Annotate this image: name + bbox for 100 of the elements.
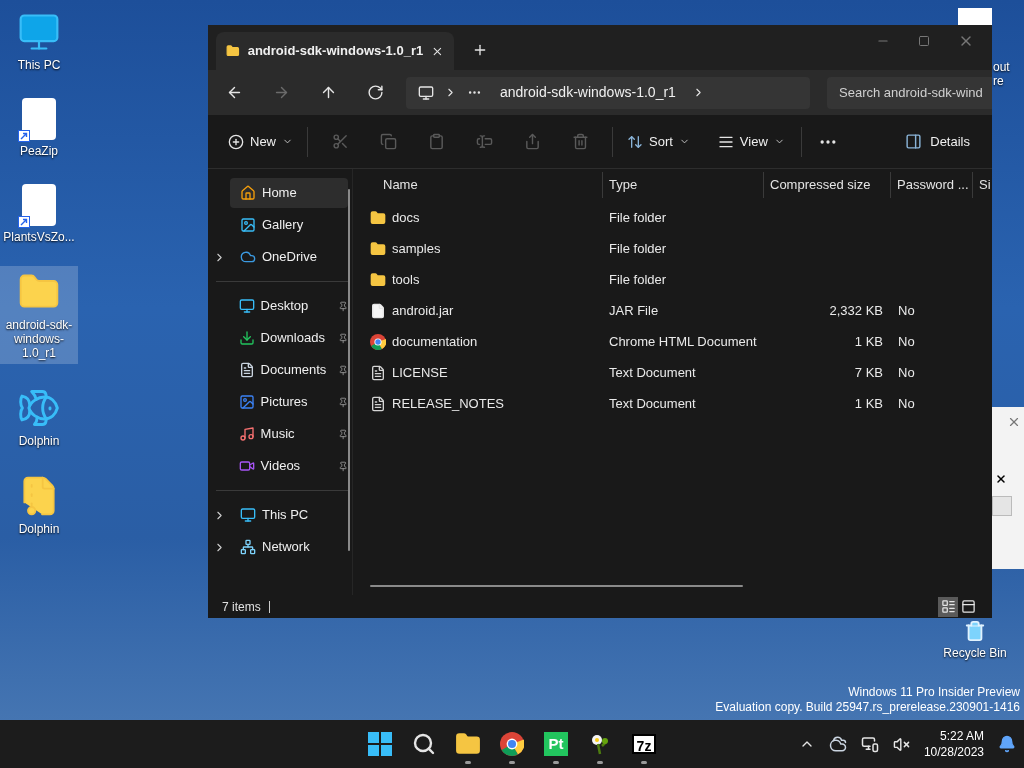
file-row[interactable]: tools File folder (363, 264, 992, 295)
address-bar[interactable]: android-sdk-windows-1.0_r1 (406, 76, 810, 109)
desktop-icon-label: Dolphin (17, 522, 61, 536)
horizontal-scrollbar[interactable] (370, 585, 743, 587)
sidebar-item[interactable]: Gallery (230, 210, 348, 240)
plus-icon (228, 133, 244, 150)
pin-icon[interactable] (337, 332, 348, 344)
taskbar-app-button[interactable]: 7z (622, 722, 666, 766)
column-header[interactable]: Password ... (890, 172, 972, 198)
file-row[interactable]: android.jar JAR File 2,332 KB No (363, 295, 992, 326)
folder-icon (370, 271, 386, 288)
sidebar-item[interactable]: Desktop (228, 291, 340, 321)
column-header[interactable]: Compressed size (763, 172, 890, 198)
new-button[interactable]: New (222, 125, 299, 158)
file-name: documentation (392, 332, 478, 351)
watermark-text: Windows 11 Pro Insider Preview (848, 685, 1020, 700)
desktop-icon-label: Dolphin (17, 434, 61, 448)
table-cell: File folder (609, 240, 667, 256)
desktop-icon[interactable]: PlantsVsZo... (0, 180, 78, 248)
table-cell: Text Document (609, 395, 696, 411)
sidebar-item[interactable]: This PC (230, 500, 348, 530)
sidebar-item[interactable]: Pictures (228, 387, 340, 417)
cloud-icon (240, 249, 256, 265)
column-header[interactable]: Si (972, 172, 992, 198)
desktop-icon-label: android-sdk-windows-1.0_r1 (4, 318, 74, 360)
chrome-logo-icon (370, 333, 386, 350)
desktop-icon[interactable]: Dolphin (0, 382, 78, 452)
file-row[interactable]: samples File folder (363, 233, 992, 264)
table-cell: File folder (609, 271, 667, 287)
file-row[interactable]: LICENSE Text Document 7 KB No (363, 357, 992, 388)
desktop-icon-label: This PC (16, 58, 62, 72)
sidebar-item[interactable]: Home (230, 178, 348, 208)
sort-button[interactable]: Sort (621, 125, 696, 158)
file-name: android.jar (392, 301, 454, 320)
recycle-bin-icon[interactable]: Recycle Bin (942, 620, 1008, 662)
item-count: 7 items (222, 598, 261, 616)
cut-icon (331, 133, 349, 150)
file-row[interactable]: documentation Chrome HTML Document 1 KB No (363, 326, 992, 357)
pin-icon[interactable] (337, 460, 348, 472)
desktop-icon-label: Recycle Bin (943, 645, 1007, 662)
sidebar-item[interactable]: Downloads (228, 323, 340, 353)
home-icon (240, 185, 256, 201)
table-cell-text: 1 KB (854, 332, 883, 351)
search-icon (412, 732, 436, 756)
input-field[interactable] (992, 496, 1012, 516)
tab-title: android-sdk-windows-1.0_r1 (247, 42, 424, 61)
pin-icon[interactable] (337, 396, 348, 408)
table-cell-text: 2,332 KB (829, 301, 883, 320)
music-icon (238, 426, 255, 442)
details-view-button[interactable] (938, 596, 958, 617)
watermark-text: Evaluation copy. Build 25947.rs_prerelease.230901-1416 (715, 700, 1020, 715)
sidebar-item[interactable]: OneDrive (230, 242, 348, 272)
notification-bell-icon[interactable] (998, 735, 1016, 753)
rename-icon (475, 133, 493, 150)
documents-icon (238, 362, 255, 378)
pc-icon (240, 507, 256, 523)
paste-icon (427, 133, 445, 150)
tab[interactable]: android-sdk-windows-1.0_r1 (216, 32, 454, 70)
muted-speaker-icon[interactable] (892, 735, 910, 753)
sidebar-item[interactable]: Videos (228, 451, 340, 481)
details-button[interactable]: Details (897, 125, 978, 158)
clock[interactable]: 5:22 AM 10/28/2023 (923, 728, 984, 760)
desktop-icon[interactable]: Dolphin (0, 470, 78, 540)
column-header[interactable]: Name (363, 172, 602, 198)
pin-icon[interactable] (337, 300, 348, 312)
sidebar-item[interactable]: Network (230, 532, 348, 562)
scrollbar[interactable] (348, 189, 350, 551)
file-name: LICENSE (392, 363, 448, 382)
desktop-icon[interactable]: android-sdk-windows-1.0_r1 (0, 266, 78, 364)
sidebar-item[interactable]: Music (228, 419, 340, 449)
folder-icon (370, 209, 386, 226)
share-icon (523, 133, 541, 150)
search-field[interactable]: Search android-sdk-wind (827, 76, 992, 109)
file-row[interactable]: docs File folder (363, 202, 992, 233)
table-cell: No (898, 333, 915, 349)
view-button[interactable]: View (711, 125, 791, 158)
folder-icon (226, 43, 240, 59)
network-icon (240, 539, 256, 555)
gallery-icon (240, 217, 256, 233)
cloud-icon[interactable] (828, 735, 847, 753)
table-cell: No (898, 302, 915, 318)
desktop-icon[interactable]: This PC (0, 6, 78, 76)
sidebar-item[interactable]: Documents (228, 355, 340, 385)
network-icon[interactable] (860, 735, 879, 753)
new-tab-icon[interactable] (472, 42, 488, 58)
folder-icon (455, 731, 481, 757)
close-icon[interactable] (995, 473, 1007, 485)
file-row[interactable]: RELEASE_NOTES Text Document 1 KB No (363, 388, 992, 419)
copy-icon (379, 133, 397, 150)
desktop-icon-label: PlantsVsZo... (2, 230, 76, 244)
pin-icon[interactable] (337, 428, 348, 440)
text-file-icon (370, 395, 386, 412)
pin-icon[interactable] (337, 364, 348, 376)
trash-icon (964, 620, 986, 642)
chrome-logo-icon (500, 732, 524, 756)
breadcrumb[interactable]: android-sdk-windows-1.0_r1 (500, 82, 676, 103)
desktop-icon-label: PeaZip (19, 144, 59, 158)
maximize-icon[interactable] (918, 35, 930, 47)
desktop-icon[interactable]: PeaZip (0, 94, 78, 162)
column-header[interactable]: Type (602, 172, 763, 198)
